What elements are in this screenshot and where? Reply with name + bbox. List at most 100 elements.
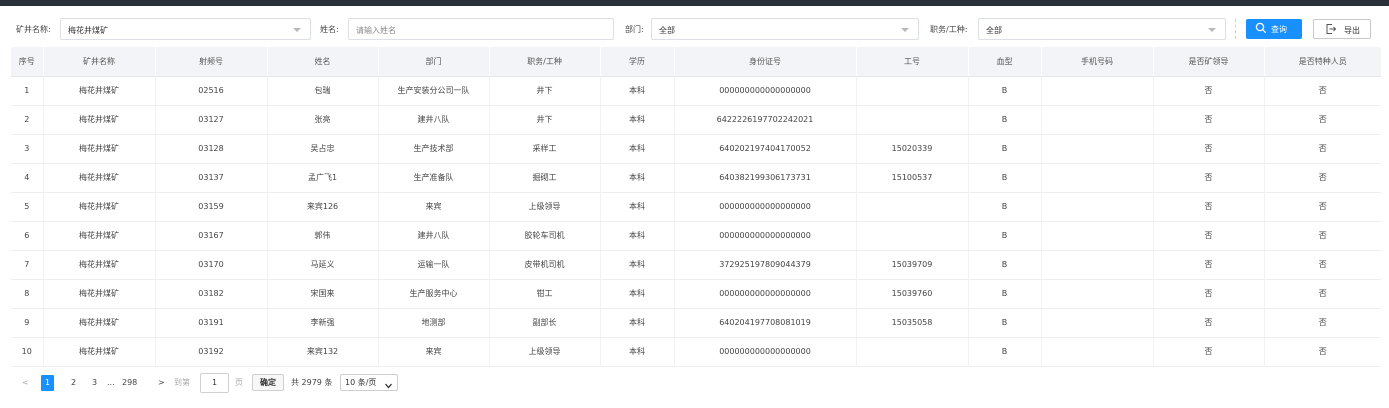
table-cell: 本科 [600,250,675,280]
table-row[interactable]: 8 梅花井煤矿 03182 宋国来 生产服务中心 钳工 本科 0000000000000000… [11,279,1381,309]
table-cell: 6422226197702242021 [674,105,857,135]
table-cell: 否 [1153,250,1265,280]
query-button-label: 查询 [1271,25,1287,34]
table-cell: 否 [1153,337,1265,367]
table-cell: 钳工 [489,279,601,309]
table-cell [856,192,969,222]
table-cell [1041,308,1154,338]
pagination: < 1 2 3 ... 298 > 到第 1 页 确定 共 2979 条 10 … [11,372,431,394]
query-button[interactable]: 查询 [1246,19,1302,39]
export-button[interactable]: 导出 [1313,19,1371,39]
table-cell: 15035058 [856,308,969,338]
table-cell: 否 [1264,221,1381,251]
column-header: 部门 [378,47,490,77]
divider [1235,19,1236,39]
table-cell: B [968,105,1042,135]
table-header-row: 序号 矿井名称 射频号 姓名 部门 职务/工种 学历 身份证号 工号 血型 手机号码 是否矿领导 是否特… [11,47,1381,77]
page-last[interactable]: 298 [122,375,137,391]
table-cell: 640382199306173731 [674,163,857,193]
page-size-select[interactable]: 10 条/页 [340,374,398,391]
table-row[interactable]: 9 梅花井煤矿 03191 李新强 地测部 副部长 本科 640204197708081019… [11,308,1381,338]
column-header: 工号 [856,47,969,77]
table-row[interactable]: 4 梅花井煤矿 03137 孟广飞1 生产准备队 掘砌工 本科 640382199306173… [11,163,1381,193]
table-row[interactable]: 1 梅花井煤矿 02516 包瑞 生产安装分公司一队 井下 本科 00000000000000… [11,76,1381,106]
export-icon [1325,23,1337,37]
column-header: 职务/工种 [489,47,601,77]
table-cell: B [968,192,1042,222]
table-cell [1041,76,1154,106]
table-cell: 本科 [600,221,675,251]
chevron-down-icon [1208,28,1216,32]
table-cell: B [968,76,1042,106]
table-cell: 03192 [155,337,268,367]
table-cell [1041,192,1154,222]
table-cell: 来宾 [378,192,490,222]
next-page-icon[interactable]: > [158,375,165,391]
column-header: 射频号 [155,47,268,77]
table-cell: 梅花井煤矿 [43,250,156,280]
table-cell: 640204197708081019 [674,308,857,338]
column-header: 血型 [968,47,1042,77]
job-value: 全部 [986,26,1002,35]
table-cell: 来宾132 [267,337,379,367]
table-row[interactable]: 2 梅花井煤矿 03127 张亮 建井八队 井下 本科 6422226197702242021… [11,105,1381,135]
table-cell: 掘砌工 [489,163,601,193]
job-select[interactable]: 全部 [978,18,1226,40]
table-row[interactable]: 6 梅花井煤矿 03167 郭伟 建井八队 胶轮车司机 本科 0000000000000000… [11,221,1381,251]
table-cell: 梅花井煤矿 [43,163,156,193]
table-cell: 000000000000000000 [674,279,857,309]
table-cell: B [968,337,1042,367]
table-cell: 本科 [600,134,675,164]
table-cell: B [968,221,1042,251]
table-cell: 地测部 [378,308,490,338]
table-cell: 03127 [155,105,268,135]
page-ellipsis[interactable]: ... [107,375,115,391]
table-row[interactable]: 3 梅花井煤矿 03128 吴占忠 生产技术部 采样工 本科 6402021974041700… [11,134,1381,164]
top-bar [0,0,1389,6]
table-cell: 否 [1264,105,1381,135]
page-unit-label: 页 [235,378,243,387]
export-button-label: 导出 [1344,26,1360,35]
department-select[interactable]: 全部 [651,18,919,40]
goto-confirm-button[interactable]: 确定 [252,374,284,391]
table-cell: 03170 [155,250,268,280]
table-cell: B [968,279,1042,309]
page-1[interactable]: 1 [41,375,54,391]
table-cell: 否 [1153,163,1265,193]
column-header: 身份证号 [674,47,857,77]
personnel-table: 序号 矿井名称 射频号 姓名 部门 职务/工种 学历 身份证号 工号 血型 手机号码 是否矿领导 是否特… [11,47,1381,367]
table-cell: 本科 [600,163,675,193]
table-cell: 本科 [600,76,675,106]
table-cell: 上级领导 [489,192,601,222]
table-cell: 10 [11,337,44,367]
table-cell: 否 [1264,337,1381,367]
table-cell: 皮带机司机 [489,250,601,280]
table-cell: 否 [1153,221,1265,251]
mine-name-select[interactable]: 梅花井煤矿 [60,18,311,40]
mine-name-label: 矿井名称: [16,25,51,34]
table-cell: B [968,134,1042,164]
table-cell: 15039760 [856,279,969,309]
table-cell: 03191 [155,308,268,338]
table-cell: 生产技术部 [378,134,490,164]
column-header: 手机号码 [1041,47,1154,77]
table-row[interactable]: 10 梅花井煤矿 03192 来宾132 来宾 上级领导 本科 000000000000000… [11,337,1381,367]
page-3[interactable]: 3 [92,375,97,391]
filter-bar: 矿井名称: 梅花井煤矿 姓名: 请输入姓名 部门: 全部 职务/工种: 全部 查… [0,17,1389,43]
prev-page-icon[interactable]: < [22,375,29,391]
table-cell: 3 [11,134,44,164]
goto-page-input[interactable]: 1 [200,373,229,393]
table-cell [856,76,969,106]
table-cell: 6 [11,221,44,251]
table-cell: 梅花井煤矿 [43,221,156,251]
table-row[interactable]: 5 梅花井煤矿 03159 来宾126 来宾 上级领导 本科 0000000000000000… [11,192,1381,222]
page-2[interactable]: 2 [71,375,76,391]
table-row[interactable]: 7 梅花井煤矿 03170 马延义 运输一队 皮带机司机 本科 372925197809044… [11,250,1381,280]
table-cell: 来宾126 [267,192,379,222]
table-cell: 7 [11,250,44,280]
table-cell: 否 [1153,76,1265,106]
table-cell: 梅花井煤矿 [43,105,156,135]
table-cell: 井下 [489,105,601,135]
table-cell [1041,163,1154,193]
name-input[interactable]: 请输入姓名 [348,18,614,40]
